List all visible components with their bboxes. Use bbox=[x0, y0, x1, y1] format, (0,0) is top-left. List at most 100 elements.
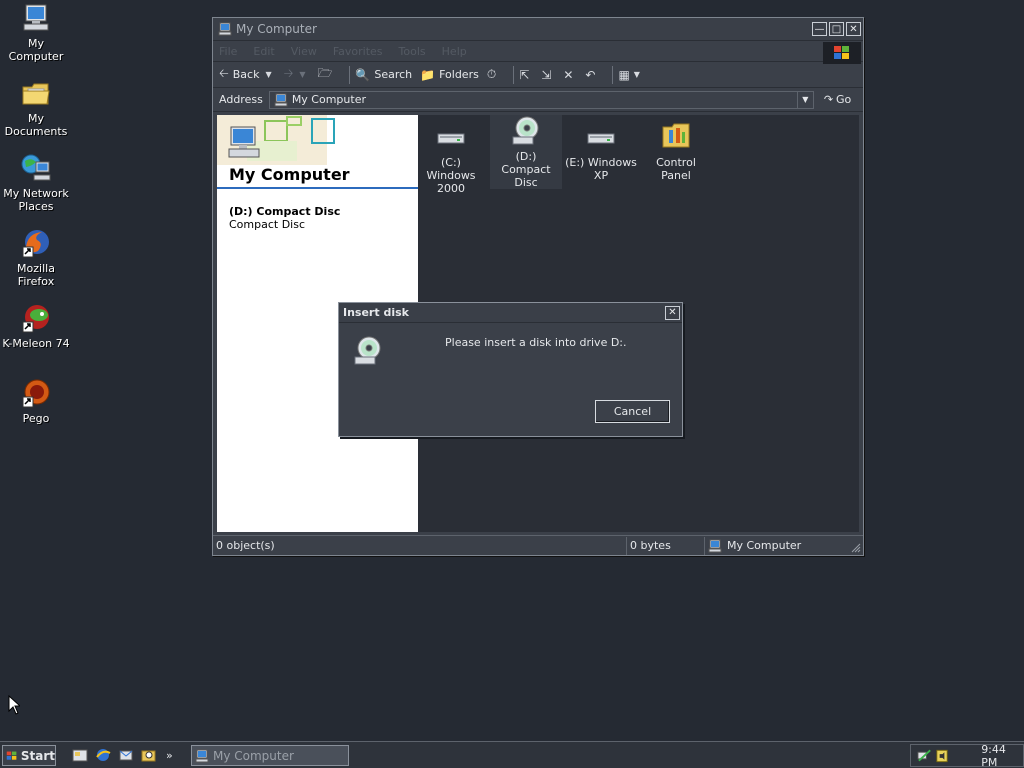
cd-drive-icon bbox=[510, 115, 542, 147]
address-input[interactable]: My Computer ▼ bbox=[268, 90, 814, 109]
control-panel-item[interactable]: Control Panel bbox=[640, 121, 712, 182]
maximize-icon: □ bbox=[831, 23, 842, 35]
close-icon: ✕ bbox=[849, 23, 858, 35]
k-meleon-icon bbox=[20, 302, 52, 334]
internet-explorer-icon[interactable] bbox=[95, 747, 111, 763]
go-button[interactable]: ↷ Go bbox=[824, 93, 851, 106]
forward-button[interactable]: 🡢 ▼ bbox=[284, 64, 310, 85]
taskbar-item-my-computer[interactable]: My Computer bbox=[191, 745, 349, 766]
desktop-icon-my-documents[interactable]: My Documents bbox=[0, 77, 72, 138]
copy-to-button[interactable]: ⇲ bbox=[541, 68, 555, 82]
clock[interactable]: 9:44 PM bbox=[981, 743, 1023, 768]
move-to-icon: ⇱ bbox=[519, 67, 530, 82]
undo-button[interactable]: ↶ bbox=[585, 68, 599, 82]
desktop-icon-firefox[interactable]: Mozilla Firefox bbox=[0, 227, 72, 288]
cd-drive-icon bbox=[352, 335, 384, 367]
taskbar: Start » My Computer 9:44 PM bbox=[0, 741, 1024, 768]
details-pane-header: My Computer bbox=[217, 115, 418, 189]
drive-c-item[interactable]: (C:) Windows 2000 bbox=[415, 121, 487, 195]
menu-view[interactable]: View bbox=[291, 45, 317, 58]
dialog-close-button[interactable]: ✕ bbox=[665, 305, 680, 320]
toolbar-separator bbox=[349, 65, 351, 84]
my-computer-icon bbox=[195, 749, 209, 762]
minimize-icon: — bbox=[814, 23, 825, 35]
close-button[interactable]: ✕ bbox=[846, 22, 861, 36]
network-connection-icon[interactable] bbox=[917, 748, 932, 764]
outlook-express-icon[interactable] bbox=[118, 747, 134, 763]
volume-icon[interactable] bbox=[934, 748, 949, 764]
menu-edit[interactable]: Edit bbox=[253, 45, 274, 58]
my-computer-icon bbox=[20, 2, 52, 34]
desktop-icon-label: My Computer bbox=[8, 37, 64, 63]
up-folder-icon: 🗁 bbox=[317, 66, 333, 80]
history-icon: ⏱ bbox=[486, 67, 497, 81]
pego-icon bbox=[20, 377, 52, 409]
desktop-icon-k-meleon[interactable]: K-Meleon 74 bbox=[0, 302, 72, 350]
item-label: Control Panel bbox=[656, 156, 696, 182]
drive-e-item[interactable]: (E:) Windows XP bbox=[565, 121, 637, 182]
desktop-icon-label: K-Meleon 74 bbox=[2, 337, 70, 350]
window-titlebar[interactable]: My Computer — □ ✕ bbox=[213, 18, 863, 40]
folders-label: Folders bbox=[439, 68, 479, 81]
chevron-down-icon: ▼ bbox=[299, 70, 306, 79]
address-label: Address bbox=[219, 93, 263, 106]
my-computer-icon bbox=[218, 22, 232, 36]
dialog-message: Please insert a disk into drive D:. bbox=[445, 336, 627, 349]
start-label: Start bbox=[20, 748, 55, 763]
chevron-down-icon: ▼ bbox=[265, 70, 272, 79]
selected-item-type: Compact Disc bbox=[229, 218, 306, 231]
cancel-button[interactable]: Cancel bbox=[595, 400, 670, 423]
address-bar: Address My Computer ▼ ↷ Go bbox=[213, 88, 863, 112]
toolbar-separator bbox=[513, 65, 515, 84]
search-folder-icon[interactable] bbox=[141, 747, 157, 763]
chevron-down-icon: ▼ bbox=[633, 70, 640, 79]
desktop-icon-pego[interactable]: Pego bbox=[0, 377, 72, 425]
views-button[interactable]: ▦ ▼ bbox=[618, 68, 644, 82]
start-button[interactable]: Start bbox=[2, 745, 56, 766]
status-size: 0 bytes bbox=[627, 536, 705, 555]
desktop-icon-label: My Documents bbox=[4, 112, 68, 138]
forward-arrow-icon: 🡢 bbox=[283, 66, 294, 80]
delete-icon: ✕ bbox=[563, 67, 574, 82]
system-tray: 9:44 PM bbox=[910, 743, 1024, 768]
minimize-button[interactable]: — bbox=[812, 22, 827, 36]
desktop-icon-network-places[interactable]: My Network Places bbox=[0, 152, 72, 213]
back-label: Back bbox=[232, 68, 260, 81]
back-button[interactable]: 🡠 Back ▼ bbox=[219, 64, 276, 85]
status-objects: 0 object(s) bbox=[213, 536, 627, 555]
details-pane-title: My Computer bbox=[229, 165, 350, 184]
views-icon: ▦ bbox=[618, 67, 630, 82]
my-computer-icon bbox=[228, 126, 260, 158]
quick-launch-more-button[interactable]: » bbox=[166, 749, 173, 762]
windows-logo-icon bbox=[823, 42, 861, 64]
selected-item-name: (D:) Compact Disc bbox=[229, 205, 341, 218]
desktop-icon-my-computer[interactable]: My Computer bbox=[0, 2, 72, 63]
network-icon bbox=[20, 152, 52, 184]
selected-item-details: (D:) Compact Disc Compact Disc bbox=[217, 189, 418, 247]
move-to-button[interactable]: ⇱ bbox=[519, 68, 533, 82]
folders-icon: 📁 bbox=[420, 67, 436, 82]
status-location-label: My Computer bbox=[727, 539, 802, 552]
standard-toolbar: 🡠 Back ▼ 🡢 ▼ 🗁 🔍 Search 📁 Folders ⏱ ⇱ ⇲ bbox=[213, 62, 863, 88]
my-computer-icon bbox=[274, 93, 288, 106]
search-button[interactable]: 🔍 Search bbox=[355, 68, 412, 82]
history-button[interactable]: ⏱ bbox=[487, 67, 500, 82]
dialog-titlebar[interactable]: Insert disk ✕ bbox=[339, 303, 682, 323]
up-folder-button[interactable]: 🗁 bbox=[318, 64, 337, 85]
menu-favorites[interactable]: Favorites bbox=[333, 45, 383, 58]
drive-d-item[interactable]: (D:) Compact Disc bbox=[490, 115, 562, 189]
show-desktop-icon[interactable] bbox=[72, 747, 88, 763]
desktop-icon-label: Pego bbox=[22, 412, 50, 425]
menu-bar: File Edit View Favorites Tools Help bbox=[213, 40, 863, 64]
delete-button[interactable]: ✕ bbox=[563, 68, 577, 82]
back-arrow-icon: 🡠 bbox=[219, 66, 229, 80]
maximize-button[interactable]: □ bbox=[829, 22, 844, 36]
folders-button[interactable]: 📁 Folders bbox=[420, 68, 479, 82]
search-label: Search bbox=[374, 68, 413, 81]
menu-help[interactable]: Help bbox=[442, 45, 467, 58]
firefox-icon bbox=[20, 227, 52, 259]
resize-grip-icon[interactable] bbox=[849, 541, 861, 553]
menu-file[interactable]: File bbox=[219, 45, 237, 58]
menu-tools[interactable]: Tools bbox=[399, 45, 426, 58]
address-dropdown-button[interactable]: ▼ bbox=[796, 91, 813, 108]
